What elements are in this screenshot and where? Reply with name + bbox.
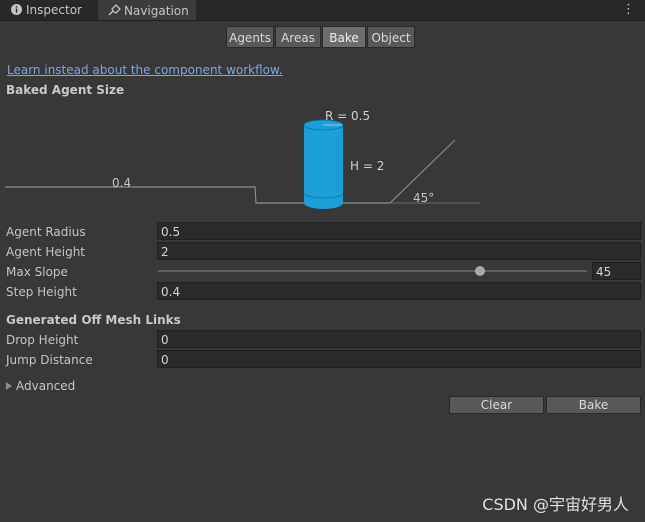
drop-height-label: Drop Height [6,333,79,347]
info-icon [11,4,22,15]
max-slope-label: Max Slope [6,265,68,279]
max-slope-slider-thumb[interactable] [474,266,485,276]
step-height-field[interactable]: 0.4 [157,282,641,300]
watermark: CSDN @宇宙好男人 [482,495,629,514]
segment-bake[interactable]: Bake [322,26,366,48]
baked-agent-size-header: Baked Agent Size [6,83,125,97]
jump-distance-label: Jump Distance [6,353,93,367]
agent-cylinder-base [304,197,343,209]
navigation-icon [108,4,121,16]
off-mesh-links-header: Generated Off Mesh Links [6,313,181,327]
jump-distance-field[interactable]: 0 [157,350,641,368]
component-workflow-link[interactable]: Learn instead about the component workfl… [7,63,283,77]
segment-label: Object [371,31,411,45]
agent-size-diagram: R = 0.5 H = 2 0.4 45° [5,109,480,209]
bake-button[interactable]: Bake [546,396,641,414]
agent-radius-field[interactable]: 0.5 [157,222,641,240]
kebab-menu-icon[interactable]: ⋮ [622,2,635,17]
agent-cylinder [304,125,343,203]
drop-height-field[interactable]: 0 [157,330,641,348]
triangle-right-icon [6,382,12,390]
advanced-label: Advanced [16,379,76,393]
segment-label: Agents [229,31,271,45]
slope-angle-label: 45° [413,191,434,205]
segment-areas[interactable]: Areas [275,26,321,48]
agent-height-label: Agent Height [6,245,86,259]
tab-inspector[interactable]: Inspector [0,0,96,20]
agent-height-field[interactable]: 2 [157,242,641,260]
segment-object[interactable]: Object [367,26,415,48]
tab-label: Navigation [124,4,189,18]
tab-label: Inspector [26,3,82,17]
step-height-label: Step Height [6,285,77,299]
segment-label: Areas [281,31,315,45]
max-slope-field[interactable]: 45 [592,262,641,280]
tab-navigation[interactable]: Navigation [98,0,196,20]
tab-bar: Inspector Navigation ⋮ [0,0,645,21]
clear-button[interactable]: Clear [449,396,544,414]
segment-label: Bake [329,31,359,45]
ground-profile [5,139,456,204]
radius-label: R = 0.5 [325,109,370,123]
step-height-label: 0.4 [112,176,131,190]
agent-radius-label: Agent Radius [6,225,86,239]
segment-agents[interactable]: Agents [226,26,274,48]
advanced-foldout[interactable]: Advanced [6,379,75,393]
max-slope-slider-track[interactable] [158,270,587,272]
height-label: H = 2 [350,159,384,173]
